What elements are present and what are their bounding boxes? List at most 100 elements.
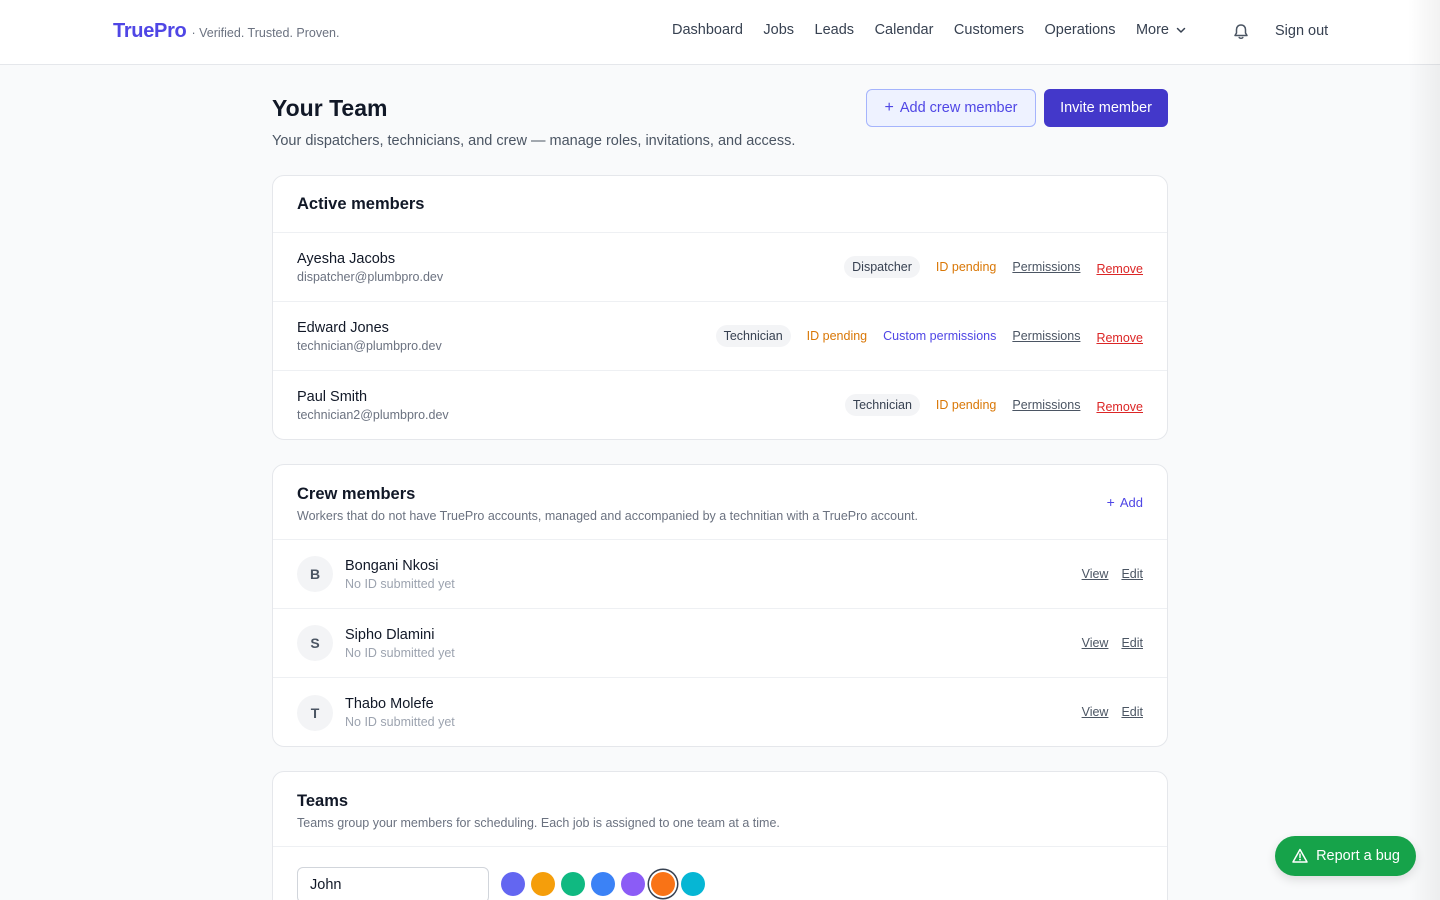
color-swatch[interactable] xyxy=(591,872,615,896)
member-actions: Dispatcher ID pending Permissions Remove xyxy=(844,233,1143,301)
right-edge-shadow xyxy=(1408,0,1440,900)
nav-more-label: More xyxy=(1135,22,1169,38)
member-email: dispatcher@plumbpro.dev xyxy=(297,269,444,284)
view-link[interactable]: View xyxy=(1082,636,1109,650)
invite-member-button[interactable]: Invite member xyxy=(1044,89,1168,127)
nav-leads[interactable]: Leads xyxy=(815,22,855,38)
color-swatch[interactable] xyxy=(621,872,645,896)
edit-link[interactable]: Edit xyxy=(1121,705,1143,719)
report-bug-button[interactable]: Report a bug xyxy=(1275,836,1416,876)
remove-link[interactable]: Remove xyxy=(1096,262,1143,276)
role-badge: Technician xyxy=(715,325,791,347)
crew-members-description: Workers that do not have TruePro account… xyxy=(297,509,918,523)
crew-row: B Bongani Nkosi No ID submitted yet View… xyxy=(273,540,1167,609)
remove-link[interactable]: Remove xyxy=(1096,331,1143,345)
teams-title: Teams xyxy=(297,792,349,810)
add-crew-member-button[interactable]: + Add crew member xyxy=(866,89,1036,127)
color-swatch[interactable] xyxy=(531,872,555,896)
member-row: Edward Jones technician@plumbpro.dev Tec… xyxy=(273,302,1167,371)
brand-logo[interactable]: TruePro xyxy=(113,20,187,43)
plus-icon: + xyxy=(1106,494,1115,510)
add-crew-label: Add xyxy=(1119,494,1143,510)
member-email: technician2@plumbpro.dev xyxy=(297,408,449,422)
crew-id-status: No ID submitted yet xyxy=(345,645,455,660)
color-swatch[interactable] xyxy=(651,872,675,896)
main-nav: Dashboard Jobs Leads Calendar Customers … xyxy=(672,22,1187,38)
member-info: Edward Jones technician@plumbpro.dev xyxy=(297,320,442,353)
permissions-link[interactable]: Permissions xyxy=(1012,398,1080,412)
member-row: Ayesha Jacobs dispatcher@plumbpro.dev Di… xyxy=(273,233,1167,302)
nav-dashboard[interactable]: Dashboard xyxy=(672,22,743,38)
teams-description: Teams group your members for scheduling.… xyxy=(297,816,780,830)
sign-out-link[interactable]: Sign out xyxy=(1275,23,1328,39)
nav-customers[interactable]: Customers xyxy=(954,22,1024,38)
crew-id-status: No ID submitted yet xyxy=(345,715,455,729)
nav-operations[interactable]: Operations xyxy=(1045,22,1116,38)
member-info: Ayesha Jacobs dispatcher@plumbpro.dev xyxy=(297,251,443,284)
top-navigation-bar: TruePro · Verified. Trusted. Proven. Das… xyxy=(0,0,1440,65)
crew-info: Bongani Nkosi No ID submitted yet xyxy=(345,558,455,591)
crew-row: T Thabo Molefe No ID submitted yet View … xyxy=(273,678,1167,746)
crew-actions: View Edit xyxy=(1069,609,1143,677)
avatar: T xyxy=(297,694,333,731)
color-swatch[interactable] xyxy=(501,872,525,896)
crew-id-status: No ID submitted yet xyxy=(345,576,455,591)
page-subtitle: Your dispatchers, technicians, and crew … xyxy=(272,133,796,149)
color-swatch[interactable] xyxy=(561,872,585,896)
permissions-link[interactable]: Permissions xyxy=(1012,329,1080,343)
nav-calendar[interactable]: Calendar xyxy=(875,22,934,38)
member-actions: Technician ID pending Permissions Remove xyxy=(844,371,1143,439)
add-crew-link[interactable]: + Add xyxy=(1107,494,1143,510)
teams-header: Teams Teams group your members for sched… xyxy=(273,772,1167,847)
permissions-link[interactable]: Permissions xyxy=(1012,260,1080,274)
crew-members-header: Crew members Workers that do not have Tr… xyxy=(273,465,1167,540)
member-name: Paul Smith xyxy=(297,389,368,405)
member-name: Ayesha Jacobs xyxy=(297,250,396,267)
nav-more-menu[interactable]: More xyxy=(1136,22,1187,38)
remove-link[interactable]: Remove xyxy=(1096,400,1143,414)
view-link[interactable]: View xyxy=(1082,567,1109,581)
crew-name: Thabo Molefe xyxy=(345,696,434,712)
crew-row: S Sipho Dlamini No ID submitted yet View… xyxy=(273,609,1167,678)
notification-bell-icon[interactable] xyxy=(1231,22,1251,42)
crew-members-title: Crew members xyxy=(297,485,416,503)
teams-card: Teams Teams group your members for sched… xyxy=(272,771,1168,900)
crew-actions: View Edit xyxy=(1069,678,1143,746)
crew-members-card: Crew members Workers that do not have Tr… xyxy=(272,464,1168,747)
brand[interactable]: TruePro · Verified. Trusted. Proven. xyxy=(113,20,339,43)
team-color-picker xyxy=(501,872,711,896)
avatar: S xyxy=(297,625,333,661)
chevron-down-icon xyxy=(1176,27,1186,33)
crew-actions: View Edit xyxy=(1069,540,1143,608)
member-row: Paul Smith technician2@plumbpro.dev Tech… xyxy=(273,371,1167,439)
active-members-card: Active members Ayesha Jacobs dispatcher@… xyxy=(272,175,1168,440)
team-name-input[interactable] xyxy=(297,867,489,900)
crew-name: Bongani Nkosi xyxy=(345,557,439,574)
active-members-header: Active members xyxy=(273,176,1167,233)
custom-permissions-label: Custom permissions xyxy=(883,329,997,343)
color-swatch[interactable] xyxy=(681,872,705,896)
edit-link[interactable]: Edit xyxy=(1121,636,1143,650)
crew-name: Sipho Dlamini xyxy=(345,626,435,643)
id-status: ID pending xyxy=(935,260,997,274)
active-members-title: Active members xyxy=(297,195,425,213)
plus-icon: + xyxy=(884,99,894,116)
member-email: technician@plumbpro.dev xyxy=(297,338,442,353)
member-name: Edward Jones xyxy=(297,319,389,336)
report-bug-label: Report a bug xyxy=(1316,848,1400,864)
id-status: ID pending xyxy=(806,329,868,343)
member-actions: Technician ID pending Custom permissions… xyxy=(715,302,1143,370)
page-title: Your Team xyxy=(272,95,388,121)
warning-icon xyxy=(1292,848,1308,863)
edit-link[interactable]: Edit xyxy=(1121,567,1143,581)
nav-jobs[interactable]: Jobs xyxy=(763,22,794,38)
id-status: ID pending xyxy=(935,398,997,412)
view-link[interactable]: View xyxy=(1082,705,1109,719)
role-badge: Dispatcher xyxy=(844,256,920,278)
member-info: Paul Smith technician2@plumbpro.dev xyxy=(297,389,449,422)
role-badge: Technician xyxy=(844,394,920,416)
brand-tagline: · Verified. Trusted. Proven. xyxy=(191,26,340,40)
crew-info: Sipho Dlamini No ID submitted yet xyxy=(345,627,455,660)
avatar: B xyxy=(297,556,333,592)
add-crew-member-label: Add crew member xyxy=(899,100,1018,116)
